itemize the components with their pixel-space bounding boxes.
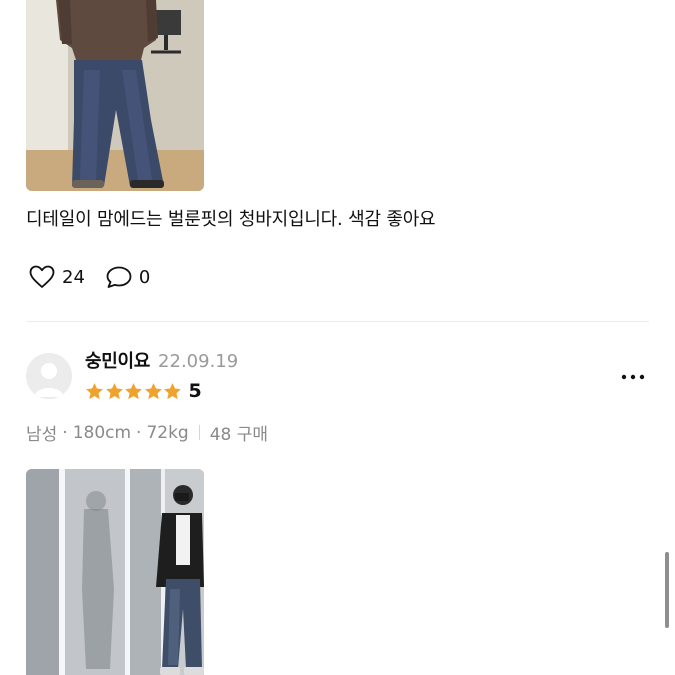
reviewer-header: 숭민이요 22.09.19 [85,347,238,373]
buyer-weight: 72kg [146,422,189,443]
review-text: 디테일이 맘에드는 벌룬핏의 청바지입니다. 색감 좋아요 [26,209,436,230]
review-photo[interactable] [26,0,204,191]
star-icon [86,382,103,399]
review-divider [26,321,649,322]
buyer-height: 180cm [72,422,132,443]
separator-dot: · [62,422,68,443]
separator-bar [198,425,200,440]
speech-bubble-icon [105,263,133,291]
more-dots-icon [621,374,645,380]
separator-dot: · [136,422,142,443]
reviewer-username[interactable]: 숭민이요 [85,347,150,373]
scrollbar[interactable] [665,552,669,628]
comment-button[interactable]: 0 [105,263,150,291]
buyer-gender: 남성 [26,425,58,445]
rating-value: 5 [188,380,202,402]
star-icon [125,382,142,399]
review-photo-image [26,469,204,675]
reaction-row: 24 0 [28,263,150,291]
review-list: 디테일이 맘에드는 벌룬핏의 청바지입니다. 색감 좋아요 24 0 숭민이요 … [0,0,675,675]
heart-outline-icon [28,263,56,291]
review-photo[interactable] [26,469,204,675]
like-count: 24 [62,266,85,288]
star-icon [164,382,181,399]
comment-count: 0 [138,266,151,288]
review-date: 22.09.19 [158,351,239,372]
star-rating: 5 [85,379,202,403]
default-avatar-icon [26,353,72,399]
review-photo-image [26,0,204,191]
more-options-button[interactable] [616,364,650,390]
buyer-purchases: 48 구매 [209,425,269,445]
like-button[interactable]: 24 [28,263,85,291]
star-icon [144,382,162,399]
buyer-info: 남성 · 180cm · 72kg 48 구매 [26,420,269,446]
star-icon [105,382,123,399]
avatar[interactable] [26,353,72,399]
